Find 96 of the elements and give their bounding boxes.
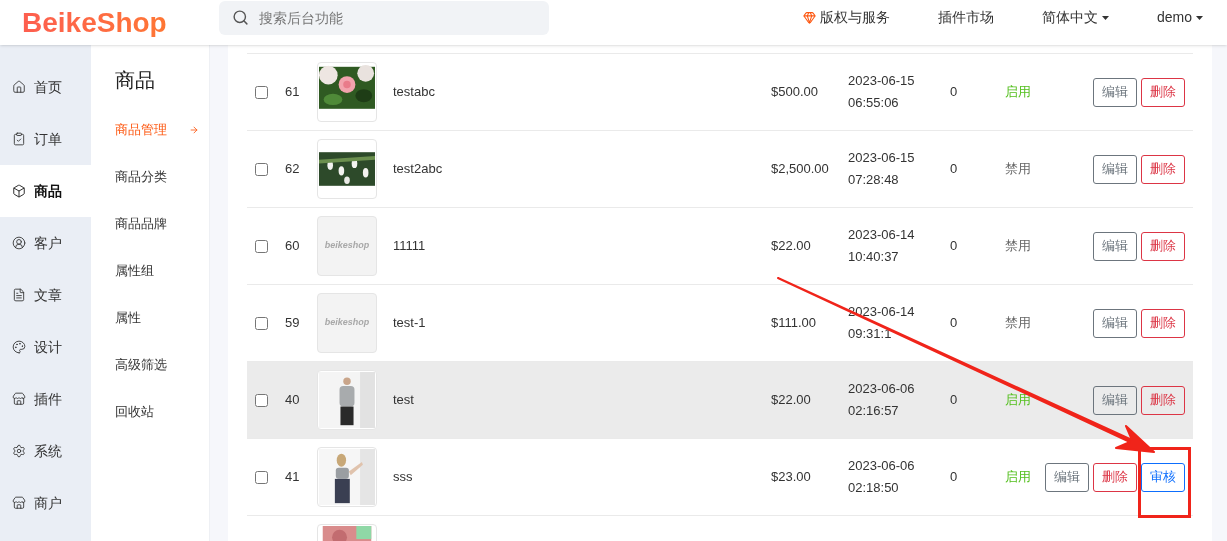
annotation-box: [1138, 447, 1191, 518]
delete-button[interactable]: 删除: [1141, 385, 1185, 415]
search-icon: [232, 9, 249, 26]
product-name: testabc: [393, 84, 435, 100]
status-text: 禁用: [1005, 238, 1031, 254]
time-cell-text: 06:55:06: [848, 94, 900, 112]
edit-button[interactable]: 编辑: [1093, 231, 1137, 261]
search-field[interactable]: 搜索后台功能: [219, 1, 549, 35]
clipboard-icon: [12, 132, 26, 146]
price-cell: $22.00: [771, 238, 811, 254]
review-button[interactable]: 审核: [1141, 462, 1185, 492]
sales-cell: 0: [950, 392, 958, 408]
sidebar-item[interactable]: 订单: [0, 113, 91, 165]
submenu-item[interactable]: 商品品牌: [115, 200, 209, 247]
sidebar-item[interactable]: 首页: [0, 61, 91, 113]
header-link[interactable]: 版权与服务: [778, 7, 914, 28]
diamond-icon: [802, 11, 816, 24]
price-cell: $111.00: [771, 315, 817, 331]
store-icon: [12, 392, 26, 406]
sidebar-item[interactable]: 商户: [0, 477, 91, 529]
price-cell: $22.00: [771, 392, 811, 408]
delete-button[interactable]: 删除: [1141, 308, 1185, 338]
status-text: 禁用: [1005, 161, 1031, 177]
id-cell: 62: [285, 161, 300, 177]
date-cell-text: 2023-06-15: [848, 149, 916, 167]
submenu-item[interactable]: 属性: [115, 294, 209, 341]
edit-button[interactable]: 编辑: [1093, 308, 1137, 338]
sidebar-item[interactable]: 商品: [0, 165, 91, 217]
product-name: sss: [393, 469, 413, 485]
header-link[interactable]: demo: [1132, 7, 1227, 28]
sales-cell: 0: [950, 84, 958, 100]
document-icon: [12, 288, 26, 302]
sales-cell: 0: [950, 238, 958, 254]
date-cell-text: 2023-06-14: [848, 226, 916, 244]
house-icon: [12, 80, 26, 94]
id-cell: 60: [285, 238, 300, 254]
submenu-item[interactable]: 回收站: [115, 388, 209, 435]
row-checkbox[interactable]: [255, 85, 268, 99]
sales-cell: 0: [950, 315, 958, 331]
id-cell: 40: [285, 392, 300, 408]
delete-button[interactable]: 删除: [1141, 154, 1185, 184]
sidebar-item[interactable]: 文章: [0, 269, 91, 321]
id-cell: 61: [285, 84, 300, 100]
product-name: test: [393, 392, 414, 408]
product-name: test2abc: [393, 161, 443, 177]
sidebar-item[interactable]: 系统: [0, 425, 91, 477]
time-cell-text: 10:40:37: [848, 248, 900, 266]
product-name: 11111: [393, 238, 426, 254]
time-cell-text: 02:18:50: [848, 479, 900, 497]
settings-icon: [12, 444, 26, 458]
sales-cell: 0: [950, 469, 958, 485]
sidebar-item[interactable]: 客户: [0, 217, 91, 269]
status-text: 启用: [1005, 84, 1031, 100]
placeholder-text: beikeshop: [324, 239, 370, 253]
submenu-item[interactable]: 属性组: [115, 247, 209, 294]
placeholder-text: beikeshop: [324, 316, 370, 330]
status-text: 禁用: [1005, 315, 1031, 331]
submenu-title: 商品: [115, 68, 156, 93]
price-cell: $2,500.00: [771, 161, 829, 177]
box-icon: [12, 184, 26, 198]
palette-icon: [12, 340, 26, 354]
sales-cell: 0: [950, 161, 958, 177]
delete-button[interactable]: 删除: [1093, 462, 1137, 492]
submenu-item[interactable]: 商品分类: [115, 153, 209, 200]
status-text: 启用: [1005, 469, 1031, 485]
submenu-item[interactable]: 高级筛选: [115, 341, 209, 388]
edit-button[interactable]: 编辑: [1093, 154, 1137, 184]
row-checkbox[interactable]: [255, 239, 268, 253]
date-cell-text: 2023-06-15: [848, 72, 916, 90]
row-checkbox[interactable]: [255, 162, 268, 176]
edit-button[interactable]: 编辑: [1093, 77, 1137, 107]
user-icon: [12, 236, 26, 250]
id-cell: 41: [285, 469, 300, 485]
date-cell-text: 2023-06-14: [848, 303, 916, 321]
time-cell-text: 02:16:57: [848, 402, 900, 420]
store-icon: [12, 496, 26, 510]
edit-button[interactable]: 编辑: [1093, 385, 1137, 415]
id-cell: 59: [285, 315, 300, 331]
product-name: test-1: [393, 315, 426, 331]
row-checkbox[interactable]: [255, 393, 268, 407]
time-cell-text: 09:31:1: [848, 325, 893, 343]
header-link[interactable]: 插件市场: [913, 7, 1018, 28]
delete-button[interactable]: 删除: [1141, 231, 1185, 261]
row-checkbox[interactable]: [255, 470, 268, 484]
price-cell: $500.00: [771, 84, 818, 100]
time-cell-text: 07:28:48: [848, 171, 900, 189]
header-link[interactable]: 简体中文: [1017, 7, 1133, 28]
edit-button[interactable]: 编辑: [1045, 462, 1089, 492]
arrow-icon: [189, 124, 199, 135]
date-cell-text: 2023-06-06: [848, 380, 916, 398]
date-cell-text: 2023-06-06: [848, 457, 916, 475]
sidebar-item[interactable]: 插件: [0, 373, 91, 425]
price-cell: $23.00: [771, 469, 811, 485]
sidebar-item[interactable]: 设计: [0, 321, 91, 373]
row-checkbox[interactable]: [255, 316, 268, 330]
delete-button[interactable]: 删除: [1141, 77, 1185, 107]
